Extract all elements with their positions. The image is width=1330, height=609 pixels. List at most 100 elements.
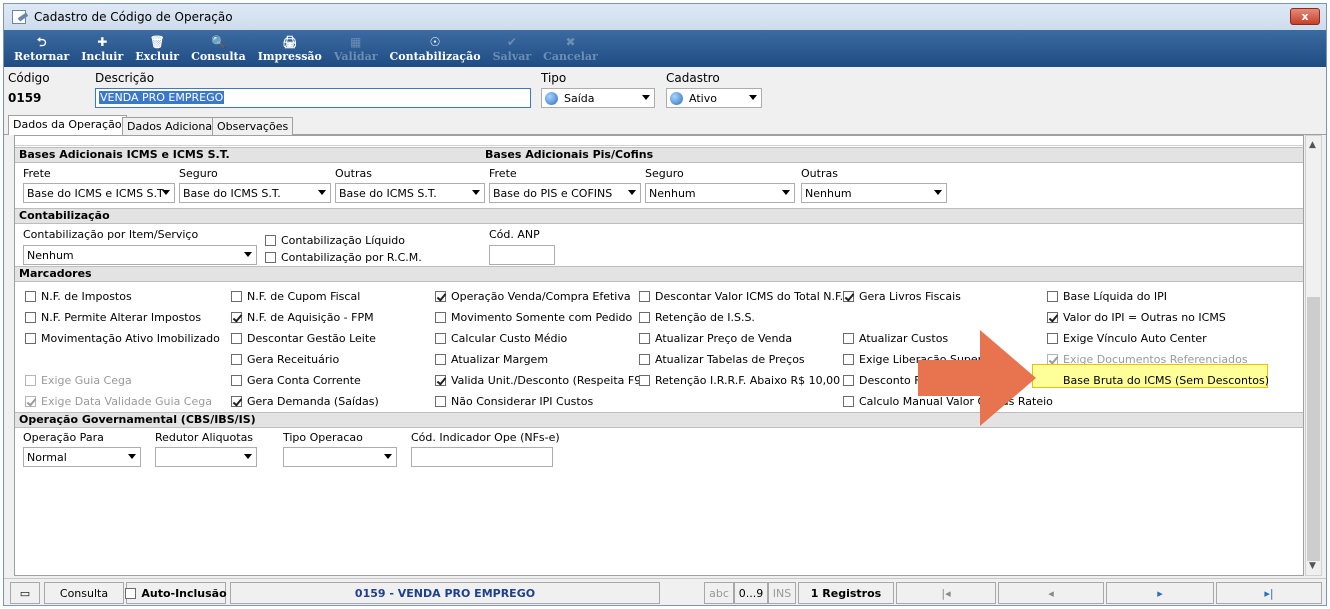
vertical-scrollbar[interactable]: ▲ ▼ [1305, 135, 1322, 576]
cod-ind-input[interactable] [411, 447, 553, 467]
icms-frete-select[interactable]: Base do ICMS e ICMS S.T [23, 183, 175, 203]
next-record-icon[interactable]: ▸ [1106, 582, 1214, 604]
gov-section-header: Operação Governamental (CBS/IBS/IS) [15, 412, 1303, 428]
marcador-label: Movimentação Ativo Imobilizado [41, 331, 220, 345]
marcador-checkbox[interactable]: Gera Receituário [231, 351, 339, 367]
scroll-down-icon[interactable]: ▼ [1309, 561, 1316, 571]
status-abc: abc [704, 582, 734, 604]
marcador-checkbox[interactable]: Atualizar Tabelas de Preços [639, 351, 805, 367]
tipo-value: Saída [564, 91, 595, 105]
salvar-button[interactable]: ✔ Salvar [487, 30, 538, 67]
marcador-checkbox[interactable]: Gera Conta Corrente [231, 372, 361, 388]
scroll-thumb[interactable] [1307, 297, 1320, 561]
checkbox-box [25, 332, 36, 344]
icms-frete-value: Base do ICMS e ICMS S.T [27, 186, 164, 200]
anp-input[interactable] [489, 245, 555, 265]
consulta-button[interactable]: 🔍 Consulta [185, 30, 252, 67]
checkbox-checked-icon [435, 374, 446, 386]
contab-item-select[interactable]: Nenhum [23, 245, 257, 265]
marcador-checkbox[interactable]: Atualizar Preço de Venda [639, 330, 792, 346]
chevron-down-icon [162, 190, 170, 195]
main-window: Cadastro de Código de Operação x ⮌ Retorn… [3, 3, 1327, 606]
marcador-checkbox[interactable]: Movimento Somente com Pedido [435, 309, 632, 325]
marcador-label: Exige Data Validade Guia Cega [41, 394, 212, 408]
pis-outras-select[interactable]: Nenhum [801, 183, 947, 203]
marcador-checkbox[interactable]: Retenção de I.S.S. [639, 309, 755, 325]
pis-seguro-select[interactable]: Nenhum [645, 183, 795, 203]
marcador-checkbox[interactable]: Base Líquida do IPI [1047, 288, 1167, 304]
validar-button[interactable]: ▦ Validar [328, 30, 384, 67]
tipo-select[interactable]: Saída [541, 88, 655, 108]
first-record-icon[interactable]: |◂ [896, 582, 996, 604]
incluir-button[interactable]: ✚ Incluir [75, 30, 129, 67]
prev-record-icon[interactable]: ◂ [998, 582, 1104, 604]
contab-rcm-checkbox[interactable]: Contabilização por R.C.M. [265, 249, 422, 265]
contabilizacao-button[interactable]: ☉ Contabilização [384, 30, 487, 67]
marcador-checkbox[interactable]: Calcular Custo Médio [435, 330, 567, 346]
marcador-checkbox[interactable]: Valida Unit./Desconto (Respeita F9) [435, 372, 646, 388]
marcador-checkbox[interactable]: Descontar Gestão Leite [231, 330, 376, 346]
marcador-checkbox[interactable]: N.F. de Cupom Fiscal [231, 288, 360, 304]
marcador-checkbox[interactable]: Exige Guia Cega [25, 372, 132, 388]
pis-frete-select[interactable]: Base do PIS e COFINS [489, 183, 641, 203]
checkbox-box [25, 374, 36, 386]
marcador-checkbox[interactable]: N.F. de Impostos [25, 288, 132, 304]
close-button[interactable]: x [1290, 8, 1320, 25]
marcador-checkbox[interactable]: Não Considerar IPI Custos [435, 393, 593, 409]
marcador-checkbox[interactable]: Gera Demanda (Saídas) [231, 393, 379, 409]
auto-inclusao-checkbox[interactable]: Auto-Inclusão [125, 582, 227, 604]
marcador-label: N.F. de Aquisição - FPM [247, 310, 374, 324]
marcador-checkbox[interactable]: N.F. de Aquisição - FPM [231, 309, 374, 325]
op-para-value: Normal [27, 450, 67, 464]
marcador-checkbox[interactable]: Retenção I.R.R.F. Abaixo R$ 10,00 [639, 372, 840, 388]
cancelar-button[interactable]: ✖ Cancelar [537, 30, 604, 67]
marcador-checkbox[interactable]: N.F. Permite Alterar Impostos [25, 309, 201, 325]
marcador-checkbox[interactable]: Exige Data Validade Guia Cega [25, 393, 212, 409]
contab-liquido-checkbox[interactable]: Contabilização Líquido [265, 232, 405, 248]
cadastro-select[interactable]: Ativo [666, 88, 762, 108]
icms-seguro-select[interactable]: Base do ICMS S.T. [179, 183, 331, 203]
chevron-down-icon [384, 454, 392, 459]
last-record-icon[interactable]: ▸| [1216, 582, 1322, 604]
toolbar-label: Salvar [492, 50, 532, 63]
marcador-checkbox[interactable]: Descontar Valor ICMS do Total N.F. [639, 288, 843, 304]
marcador-checkbox[interactable]: Atualizar Margem [435, 351, 548, 367]
chevron-down-icon [628, 190, 636, 195]
excluir-button[interactable]: 🗑 Excluir [129, 30, 185, 67]
checkbox-checked-icon [25, 395, 36, 407]
tipo-op-select[interactable] [283, 447, 397, 467]
marcador-checkbox[interactable]: Exige Vínculo Auto Center [1047, 330, 1207, 346]
codigo-label: Código [8, 71, 50, 85]
checkbox-checked-icon [231, 311, 242, 323]
tab-observacoes[interactable]: Observações [212, 117, 294, 135]
cadastro-label: Cadastro [666, 71, 720, 85]
cod-ind-label: Cód. Indicador Ope (NFs-e) [411, 431, 560, 444]
checkbox-box [265, 251, 276, 263]
icms-outras-select[interactable]: Base do ICMS S.T. [335, 183, 485, 203]
checkbox-box [843, 395, 854, 407]
status-ins: INS [768, 582, 796, 604]
scroll-up-icon[interactable]: ▲ [1309, 140, 1316, 150]
cadastro-value: Ativo [689, 91, 717, 105]
toolbar-label: Incluir [81, 50, 124, 63]
plus-icon: ✚ [97, 35, 108, 49]
marcador-checkbox[interactable]: Movimentação Ativo Imobilizado [25, 330, 220, 346]
marcador-checkbox[interactable]: Valor do IPI = Outras no ICMS [1047, 309, 1226, 325]
impressao-button[interactable]: 🖨 Impressão [252, 30, 328, 67]
contab-section-header: Contabilização [15, 208, 1303, 224]
marcador-label: Operação Venda/Compra Efetiva [451, 289, 631, 303]
op-para-select[interactable]: Normal [23, 447, 141, 467]
toolbar-label: Consulta [191, 50, 246, 63]
marcador-label: Descontar Valor ICMS do Total N.F. [655, 289, 844, 303]
marcador-checkbox[interactable]: Gera Livros Fiscais [843, 288, 961, 304]
contab-liquido-label: Contabilização Líquido [281, 233, 406, 247]
chevron-down-icon [318, 190, 326, 195]
retornar-button[interactable]: ⮌ Retornar [8, 30, 75, 67]
tab-dados-adicionais[interactable]: Dados Adicionais [122, 117, 226, 135]
marcador-checkbox[interactable]: Operação Venda/Compra Efetiva [435, 288, 631, 304]
redutor-select[interactable] [155, 447, 257, 467]
descricao-field[interactable]: VENDA PRO EMPREGO [95, 88, 531, 108]
tab-dados-operacao[interactable]: Dados da Operação [8, 115, 127, 135]
chevron-down-icon [642, 95, 650, 100]
marcador-checkbox[interactable]: Base Bruta do ICMS (Sem Descontos) [1047, 372, 1269, 388]
